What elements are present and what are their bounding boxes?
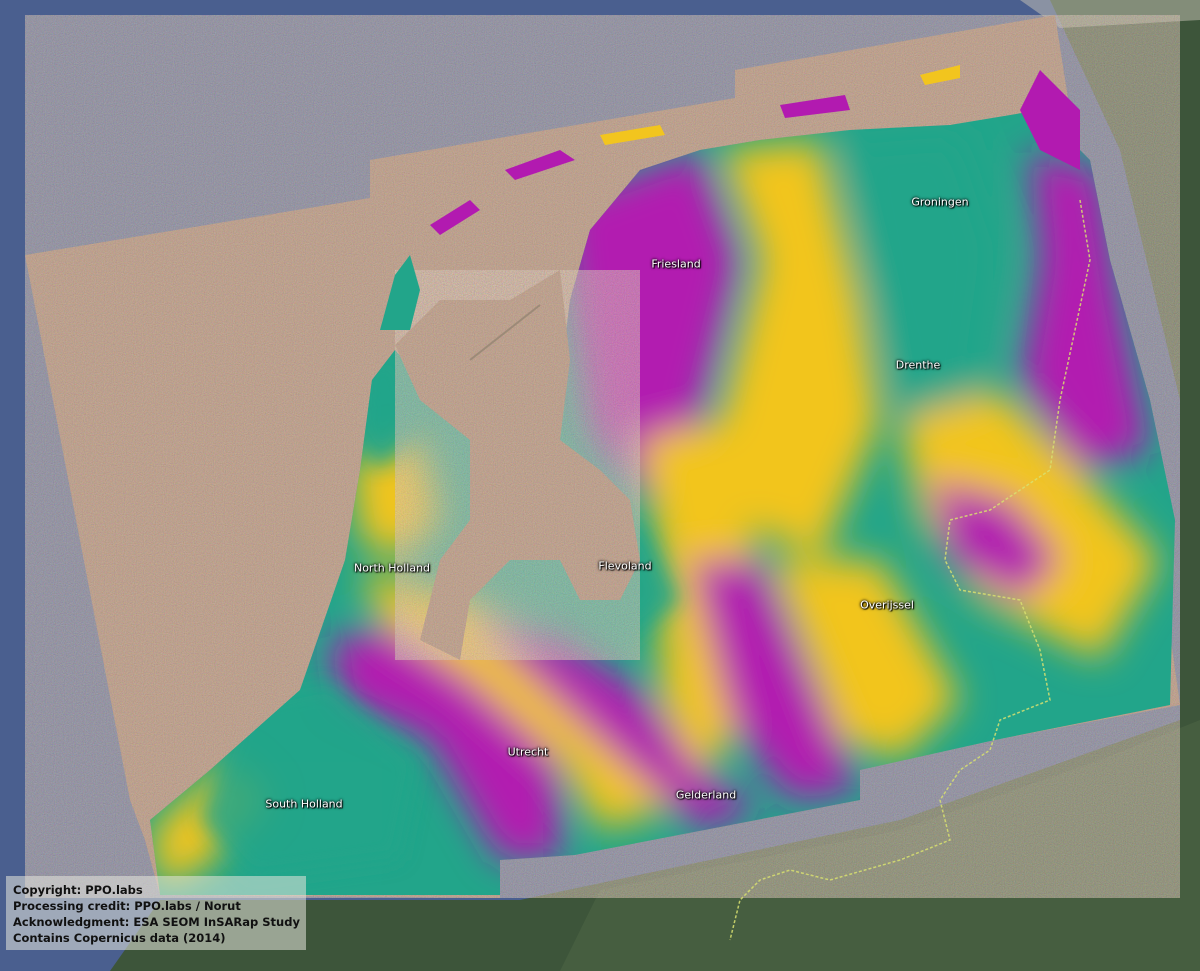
province-label-overijssel[interactable]: Overijssel: [860, 599, 914, 612]
credit-acknowledgment: Acknowledgment: ESA SEOM InSARap Study: [13, 915, 300, 929]
province-label-friesland[interactable]: Friesland: [651, 258, 700, 271]
map-view[interactable]: Groningen Friesland Drenthe North Hollan…: [0, 0, 1200, 971]
credit-processing: Processing credit: PPO.labs / Norut: [13, 899, 241, 913]
province-label-south-holland[interactable]: South Holland: [265, 798, 342, 811]
credit-data: Contains Copernicus data (2014): [13, 931, 226, 945]
province-label-utrecht[interactable]: Utrecht: [508, 746, 549, 759]
province-label-groningen[interactable]: Groningen: [911, 196, 968, 209]
credits-box: Copyright: PPO.labs Processing credit: P…: [6, 876, 306, 950]
province-label-flevoland[interactable]: Flevoland: [598, 560, 651, 573]
province-label-north-holland[interactable]: North Holland: [354, 562, 430, 575]
province-label-drenthe[interactable]: Drenthe: [896, 359, 941, 372]
credit-copyright: Copyright: PPO.labs: [13, 883, 143, 897]
province-label-gelderland[interactable]: Gelderland: [676, 789, 736, 802]
map-canvas: [0, 0, 1200, 971]
